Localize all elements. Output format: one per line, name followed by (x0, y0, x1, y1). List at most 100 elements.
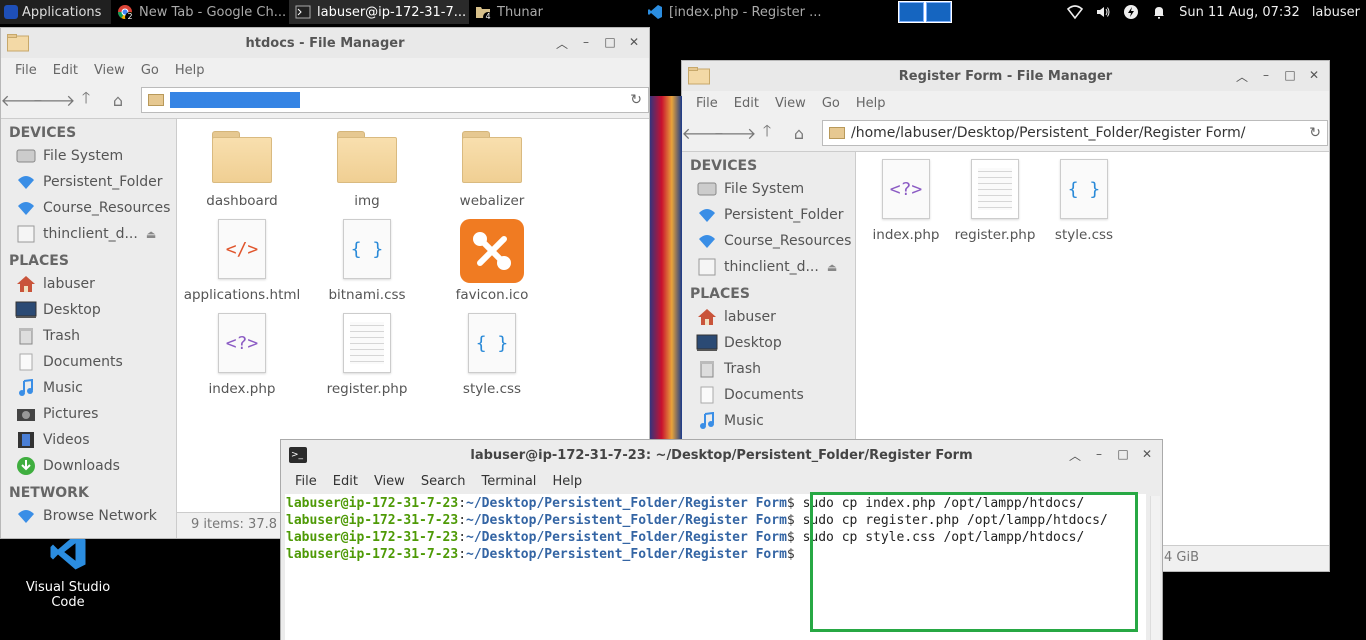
menu-view[interactable]: View (86, 63, 133, 78)
user-menu[interactable]: labuser (1312, 5, 1360, 20)
sidebar-item-course-resources[interactable]: Course_Resources (682, 228, 855, 254)
scrollbar[interactable] (1150, 496, 1160, 640)
file-item-style-css[interactable]: { } style.css (1038, 159, 1130, 243)
up-arrow-icon[interactable]: 🡑 (754, 120, 780, 146)
menu-view[interactable]: View (767, 96, 814, 111)
workspace-2[interactable] (926, 2, 951, 22)
notification-bell-icon[interactable] (1151, 4, 1167, 20)
file-item-style-css[interactable]: { } style.css (427, 313, 557, 397)
file-item-register-php[interactable]: register.php (952, 159, 1038, 243)
eject-icon[interactable]: ⏏ (146, 228, 156, 241)
file-item-register-php[interactable]: register.php (307, 313, 427, 397)
close-button[interactable]: ✕ (1307, 68, 1321, 85)
minimize-button[interactable]: – (1092, 447, 1106, 464)
sidebar-item-thinclient[interactable]: thinclient_d... ⏏ (1, 221, 176, 247)
location-path[interactable]: /home/labuser/Desktop/Persistent_Folder/… (851, 125, 1309, 141)
sidebar-item-course-resources[interactable]: Course_Resources (1, 195, 176, 221)
taskbar-item-thunar[interactable]: 4 Thunar (469, 0, 641, 24)
forward-arrow-icon[interactable]: 🡒 (714, 120, 757, 146)
sidebar-item-trash[interactable]: Trash (682, 356, 855, 382)
reload-icon[interactable]: ↻ (1309, 125, 1321, 141)
prompt-user: labuser@ip-172-31-7-23 (286, 496, 459, 511)
minimize-button[interactable]: – (1259, 68, 1273, 85)
menu-go[interactable]: Go (133, 63, 167, 78)
menu-help[interactable]: Help (544, 474, 590, 489)
sidebar-item-documents[interactable]: Documents (682, 382, 855, 408)
file-item-index-php[interactable]: <?> index.php (177, 313, 307, 397)
menu-file[interactable]: File (688, 96, 726, 111)
folder-item-webalizer[interactable]: webalizer (427, 127, 557, 209)
sidebar-item-videos[interactable]: Videos (1, 427, 176, 453)
clock[interactable]: Sun 11 Aug, 07:32 (1179, 5, 1300, 20)
sidebar-item-file-system[interactable]: File System (682, 176, 855, 202)
sidebar-item-file-system[interactable]: File System (1, 143, 176, 169)
wifi-icon[interactable] (1067, 4, 1084, 20)
maximize-button[interactable]: □ (1283, 68, 1297, 85)
maximize-button[interactable]: □ (603, 35, 617, 52)
file-item-bitnami-css[interactable]: { } bitnami.css (307, 219, 427, 303)
shade-button[interactable]: ︿ (1068, 447, 1082, 464)
workspace-switcher[interactable] (898, 1, 952, 23)
menu-go[interactable]: Go (814, 96, 848, 111)
desktop-icon-vscode[interactable]: Visual Studio Code (18, 532, 118, 610)
window-titlebar[interactable]: htdocs - File Manager ︿ – □ ✕ (1, 28, 649, 58)
window-titlebar[interactable]: Register Form - File Manager ︿ – □ ✕ (682, 61, 1329, 91)
applications-menu-button[interactable]: Applications (0, 0, 111, 24)
shade-button[interactable]: ︿ (1235, 68, 1249, 85)
home-icon[interactable]: ⌂ (105, 87, 131, 113)
sidebar-item-downloads[interactable]: Downloads (1, 453, 176, 479)
menu-edit[interactable]: Edit (726, 96, 767, 111)
sidebar-item-trash[interactable]: Trash (1, 323, 176, 349)
window-titlebar[interactable]: >_ labuser@ip-172-31-7-23: ~/Desktop/Per… (281, 440, 1162, 470)
sidebar-item-home[interactable]: labuser (1, 271, 176, 297)
eject-icon[interactable]: ⏏ (827, 261, 837, 274)
location-bar[interactable]: /home/labuser/Desktop/Persistent_Folder/… (822, 120, 1328, 146)
file-item-index-php[interactable]: <?> index.php (860, 159, 952, 243)
sidebar-item-browse-network[interactable]: Browse Network (1, 503, 176, 529)
sidebar-item-label: Videos (43, 432, 90, 448)
location-bar[interactable]: /opt/lampp/htdocs ↻ (141, 87, 649, 113)
menu-terminal[interactable]: Terminal (473, 474, 544, 489)
folder-item-img[interactable]: img (307, 127, 427, 209)
menu-view[interactable]: View (366, 474, 413, 489)
file-item-applications-html[interactable]: </> applications.html (177, 219, 307, 303)
minimize-button[interactable]: – (579, 35, 593, 52)
menu-file[interactable]: File (7, 63, 45, 78)
back-arrow-icon[interactable]: 🡐 (682, 120, 724, 146)
taskbar-item-terminal[interactable]: labuser@ip-172-31-7... (289, 0, 469, 24)
sidebar-item-persistent-folder[interactable]: Persistent_Folder (682, 202, 855, 228)
maximize-button[interactable]: □ (1116, 447, 1130, 464)
menu-edit[interactable]: Edit (325, 474, 366, 489)
forward-arrow-icon[interactable]: 🡒 (33, 87, 76, 113)
menu-search[interactable]: Search (413, 474, 474, 489)
menu-edit[interactable]: Edit (45, 63, 86, 78)
sidebar-item-desktop[interactable]: Desktop (682, 330, 855, 356)
terminal-output[interactable]: labuser@ip-172-31-7-23:~/Desktop/Persist… (285, 494, 1146, 640)
close-button[interactable]: ✕ (627, 35, 641, 52)
up-arrow-icon[interactable]: 🡑 (73, 87, 99, 113)
home-icon[interactable]: ⌂ (786, 120, 812, 146)
menu-help[interactable]: Help (167, 63, 213, 78)
taskbar-item-chrome[interactable]: 2 New Tab - Google Ch... (111, 0, 289, 24)
sidebar-item-pictures[interactable]: Pictures (1, 401, 176, 427)
sidebar-item-persistent-folder[interactable]: Persistent_Folder (1, 169, 176, 195)
menu-file[interactable]: File (287, 474, 325, 489)
sidebar-item-music[interactable]: Music (1, 375, 176, 401)
close-button[interactable]: ✕ (1140, 447, 1154, 464)
sidebar-item-music[interactable]: Music (682, 408, 855, 434)
taskbar-item-vscode[interactable]: [index.php - Register ... (641, 0, 827, 24)
file-item-favicon-ico[interactable]: favicon.ico (427, 219, 557, 303)
volume-icon[interactable] (1095, 4, 1111, 20)
location-path-selected[interactable]: /opt/lampp/htdocs (170, 92, 630, 108)
reload-icon[interactable]: ↻ (630, 92, 642, 108)
sidebar-item-home[interactable]: labuser (682, 304, 855, 330)
shade-button[interactable]: ︿ (555, 35, 569, 52)
folder-item-dashboard[interactable]: dashboard (177, 127, 307, 209)
sidebar-item-thinclient[interactable]: thinclient_d... ⏏ (682, 254, 855, 280)
power-icon[interactable] (1123, 4, 1139, 20)
sidebar-item-desktop[interactable]: Desktop (1, 297, 176, 323)
back-arrow-icon[interactable]: 🡐 (1, 87, 43, 113)
menu-help[interactable]: Help (848, 96, 894, 111)
sidebar-item-documents[interactable]: Documents (1, 349, 176, 375)
workspace-1[interactable] (899, 2, 924, 22)
